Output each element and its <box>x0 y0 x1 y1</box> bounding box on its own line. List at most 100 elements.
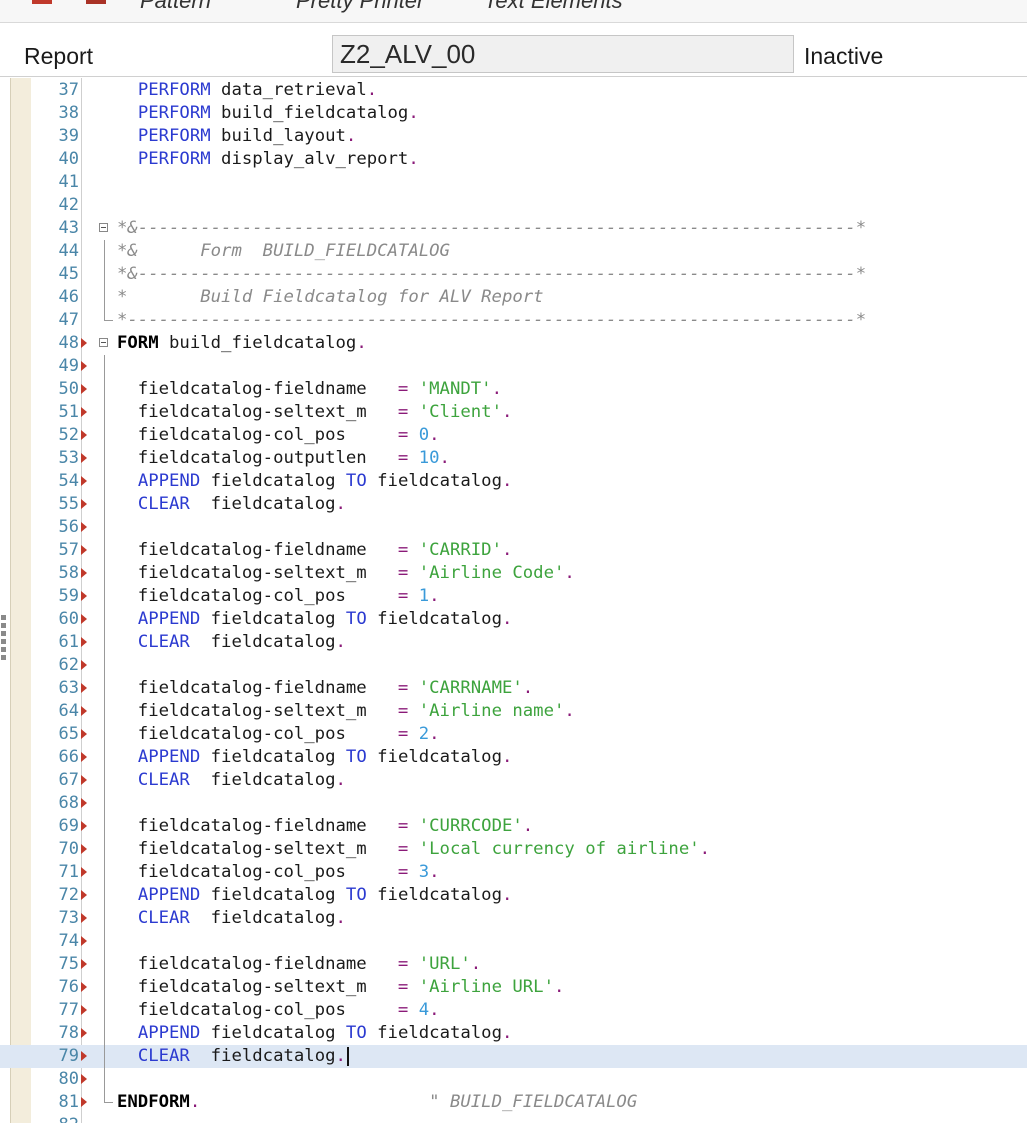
code-line[interactable]: 49 <box>0 355 1027 378</box>
code-text[interactable]: CLEAR fieldcatalog. <box>117 493 346 516</box>
code-text[interactable]: fieldcatalog-seltext_m = 'Client'. <box>117 401 513 424</box>
code-text[interactable]: PERFORM display_alv_report. <box>117 148 419 171</box>
code-text[interactable]: PERFORM build_layout. <box>117 125 357 148</box>
code-text[interactable]: *&--------------------------------------… <box>117 263 866 286</box>
collapse-block-icon[interactable] <box>99 338 108 347</box>
code-text[interactable]: PERFORM build_fieldcatalog. <box>117 102 419 125</box>
code-text[interactable]: fieldcatalog-fieldname = 'CARRID'. <box>117 539 513 562</box>
code-line[interactable]: 39 PERFORM build_layout. <box>0 125 1027 148</box>
code-line[interactable]: 52 fieldcatalog-col_pos = 0. <box>0 424 1027 447</box>
code-line[interactable]: 68 <box>0 792 1027 815</box>
code-text[interactable]: fieldcatalog-seltext_m = 'Airline Code'. <box>117 562 575 585</box>
code-line[interactable]: 69 fieldcatalog-fieldname = 'CURRCODE'. <box>0 815 1027 838</box>
code-text[interactable]: APPEND fieldcatalog TO fieldcatalog. <box>117 746 513 769</box>
fold-guide <box>104 884 105 907</box>
pretty-printer-button[interactable]: Pretty Printer <box>296 0 424 14</box>
code-line[interactable]: 73 CLEAR fieldcatalog. <box>0 907 1027 930</box>
code-text[interactable]: APPEND fieldcatalog TO fieldcatalog. <box>117 608 513 631</box>
code-line[interactable]: 47 *-------------------------------------… <box>0 309 1027 332</box>
code-text[interactable]: fieldcatalog-seltext_m = 'Airline name'. <box>117 700 575 723</box>
code-text[interactable]: fieldcatalog-fieldname = 'CURRCODE'. <box>117 815 533 838</box>
code-text[interactable]: fieldcatalog-col_pos = 4. <box>117 999 440 1022</box>
code-line[interactable]: 72 APPEND fieldcatalog TO fieldcatalog. <box>0 884 1027 907</box>
code-line[interactable]: 41 <box>0 171 1027 194</box>
code-token: 10 <box>418 448 440 468</box>
code-text[interactable]: APPEND fieldcatalog TO fieldcatalog. <box>117 1022 513 1045</box>
code-text[interactable]: APPEND fieldcatalog TO fieldcatalog. <box>117 884 513 907</box>
code-text[interactable]: *&--------------------------------------… <box>117 217 866 240</box>
code-line[interactable]: 48 FORM build_fieldcatalog. <box>0 332 1027 355</box>
code-line[interactable]: 42 <box>0 194 1027 217</box>
text-elements-button[interactable]: Text Elements <box>484 0 623 14</box>
code-text[interactable]: fieldcatalog-fieldname = 'MANDT'. <box>117 378 502 401</box>
code-text[interactable]: CLEAR fieldcatalog. <box>117 631 346 654</box>
code-line[interactable]: 57 fieldcatalog-fieldname = 'CARRID'. <box>0 539 1027 562</box>
code-line[interactable]: 66 APPEND fieldcatalog TO fieldcatalog. <box>0 746 1027 769</box>
code-line[interactable]: 80 <box>0 1068 1027 1091</box>
code-line[interactable]: 37 PERFORM data_retrieval. <box>0 79 1027 102</box>
code-text[interactable]: * Build Fieldcatalog for ALV Report <box>117 286 544 309</box>
code-line[interactable]: 62 <box>0 654 1027 677</box>
code-line[interactable]: 75 fieldcatalog-fieldname = 'URL'. <box>0 953 1027 976</box>
code-line[interactable]: 67 CLEAR fieldcatalog. <box>0 769 1027 792</box>
code-text[interactable]: *---------------------------------------… <box>117 309 866 332</box>
code-line[interactable]: 58 fieldcatalog-seltext_m = 'Airline Cod… <box>0 562 1027 585</box>
fold-guide <box>104 654 105 677</box>
check-syntax-icon[interactable] <box>30 0 56 6</box>
code-line[interactable]: 64 fieldcatalog-seltext_m = 'Airline nam… <box>0 700 1027 723</box>
code-line[interactable]: 53 fieldcatalog-outputlen = 10. <box>0 447 1027 470</box>
code-line[interactable]: 65 fieldcatalog-col_pos = 2. <box>0 723 1027 746</box>
code-line[interactable]: 40 PERFORM display_alv_report. <box>0 148 1027 171</box>
code-text[interactable]: fieldcatalog-col_pos = 1. <box>117 585 440 608</box>
abap-code-editor[interactable]: 37 PERFORM data_retrieval. 38 PERFORM bui… <box>0 78 1027 1123</box>
code-line[interactable]: 55 CLEAR fieldcatalog. <box>0 493 1027 516</box>
code-line[interactable]: 59 fieldcatalog-col_pos = 1. <box>0 585 1027 608</box>
code-line[interactable]: 81 ENDFORM. " BUILD_FIELDCATALOG <box>0 1091 1027 1114</box>
code-text[interactable]: FORM build_fieldcatalog. <box>117 332 367 355</box>
code-line[interactable]: 38 PERFORM build_fieldcatalog. <box>0 102 1027 125</box>
code-text[interactable]: fieldcatalog-seltext_m = 'Airline URL'. <box>117 976 565 999</box>
code-token: . <box>366 80 378 100</box>
collapse-block-icon[interactable] <box>99 223 108 232</box>
code-line[interactable]: 82 <box>0 1114 1027 1123</box>
code-line[interactable]: 54 APPEND fieldcatalog TO fieldcatalog. <box>0 470 1027 493</box>
fold-guide <box>104 447 105 470</box>
code-text[interactable]: CLEAR fieldcatalog. <box>117 1045 349 1068</box>
code-text[interactable]: fieldcatalog-col_pos = 3. <box>117 861 440 884</box>
code-line[interactable]: 63 fieldcatalog-fieldname = 'CARRNAME'. <box>0 677 1027 700</box>
code-line[interactable]: 46 * Build Fieldcatalog for ALV Report <box>0 286 1027 309</box>
code-token: = <box>397 586 409 606</box>
pattern-button[interactable]: Pattern <box>140 0 211 14</box>
code-text[interactable]: fieldcatalog-outputlen = 10. <box>117 447 450 470</box>
code-text[interactable]: APPEND fieldcatalog TO fieldcatalog. <box>117 470 513 493</box>
code-text[interactable]: fieldcatalog-col_pos = 0. <box>117 424 440 447</box>
code-text[interactable]: fieldcatalog-seltext_m = 'Local currency… <box>117 838 710 861</box>
code-text[interactable]: *& Form BUILD_FIELDCATALOG <box>117 240 450 263</box>
code-text[interactable]: fieldcatalog-col_pos = 2. <box>117 723 440 746</box>
code-text[interactable]: fieldcatalog-fieldname = 'URL'. <box>117 953 481 976</box>
code-line[interactable]: 74 <box>0 930 1027 953</box>
code-text[interactable]: CLEAR fieldcatalog. <box>117 769 346 792</box>
code-line[interactable]: 60 APPEND fieldcatalog TO fieldcatalog. <box>0 608 1027 631</box>
code-line[interactable]: 78 APPEND fieldcatalog TO fieldcatalog. <box>0 1022 1027 1045</box>
code-line[interactable]: 77 fieldcatalog-col_pos = 4. <box>0 999 1027 1022</box>
activate-icon[interactable] <box>84 0 110 6</box>
code-line[interactable]: 43 *&------------------------------------… <box>0 217 1027 240</box>
code-line[interactable]: 45 *&------------------------------------… <box>0 263 1027 286</box>
code-line[interactable]: 56 <box>0 516 1027 539</box>
code-line[interactable]: 76 fieldcatalog-seltext_m = 'Airline URL… <box>0 976 1027 999</box>
code-line[interactable]: 70 fieldcatalog-seltext_m = 'Local curre… <box>0 838 1027 861</box>
code-line[interactable]: 50 fieldcatalog-fieldname = 'MANDT'. <box>0 378 1027 401</box>
code-token: fieldcatalog-seltext_m <box>117 402 398 422</box>
code-line[interactable]: 71 fieldcatalog-col_pos = 3. <box>0 861 1027 884</box>
code-line[interactable]: 79 CLEAR fieldcatalog. <box>0 1045 1027 1068</box>
code-text[interactable]: ENDFORM. " BUILD_FIELDCATALOG <box>117 1091 637 1114</box>
code-line[interactable]: 51 fieldcatalog-seltext_m = 'Client'. <box>0 401 1027 424</box>
fold-guide <box>104 516 105 539</box>
code-text[interactable]: CLEAR fieldcatalog. <box>117 907 346 930</box>
code-line[interactable]: 44 *& Form BUILD_FIELDCATALOG <box>0 240 1027 263</box>
code-text[interactable]: fieldcatalog-fieldname = 'CARRNAME'. <box>117 677 533 700</box>
program-name-field[interactable]: Z2_ALV_00 <box>332 35 794 73</box>
code-text[interactable]: PERFORM data_retrieval. <box>117 79 377 102</box>
code-line[interactable]: 61 CLEAR fieldcatalog. <box>0 631 1027 654</box>
